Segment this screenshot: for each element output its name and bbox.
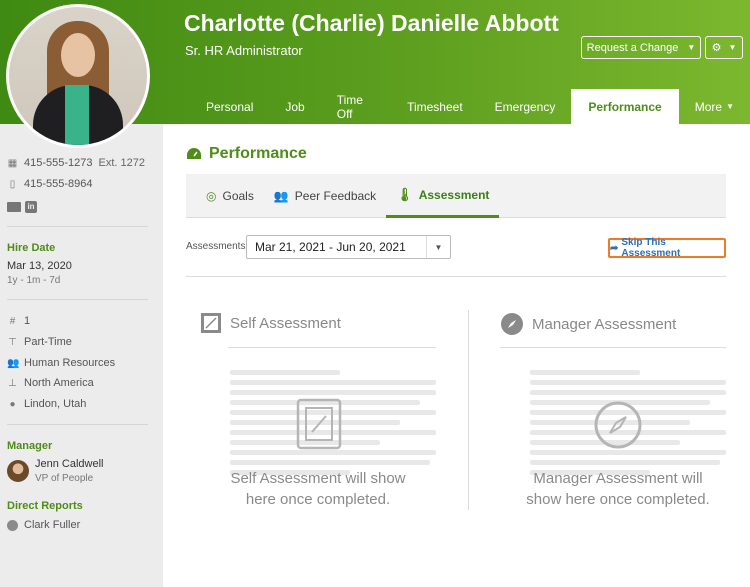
self-assessment-empty-message: Self Assessment will show here once comp… — [213, 468, 423, 510]
self-assessment-empty-line-1: Self Assessment will show — [230, 470, 406, 487]
email-icon[interactable] — [7, 202, 21, 212]
manager-title: VP of People — [35, 473, 94, 484]
section-divider — [186, 276, 726, 277]
target-icon: ◎ — [206, 189, 217, 203]
manager-avatar[interactable] — [7, 460, 29, 482]
profile-avatar — [6, 4, 150, 148]
linkedin-icon[interactable]: in — [25, 201, 37, 213]
page-title: Performance — [186, 145, 307, 163]
manager-assessment-underline — [500, 347, 726, 348]
contact-links: in — [7, 201, 37, 213]
employee-job-title: Sr. HR Administrator — [185, 43, 303, 58]
subtab-assessment[interactable]: 🌡 Assessment — [386, 174, 500, 218]
manager-name[interactable]: Jenn Caldwell — [35, 458, 103, 470]
sidebar-divider — [7, 226, 148, 227]
manager-assessment-header: Manager Assessment — [500, 312, 676, 336]
hire-date-value: Mar 13, 2020 — [7, 260, 72, 272]
chevron-down-icon: ▼ — [426, 236, 450, 258]
subtab-goals[interactable]: ◎ Goals — [196, 174, 264, 218]
hire-date-label: Hire Date — [7, 242, 56, 254]
chevron-down-icon: ▼ — [728, 43, 737, 52]
thermometer-icon: 🌡 — [396, 186, 413, 202]
people-icon: 👥 — [7, 357, 20, 369]
self-assessment-underline — [228, 347, 436, 348]
assessments-label: Assessments — [186, 241, 246, 252]
employee-number: 1 — [24, 315, 31, 327]
building-phone-icon: ▦ — [7, 157, 18, 169]
compass-icon — [594, 401, 642, 449]
sidebar-divider — [7, 424, 148, 425]
manager-assessment-empty-line-2: show here once completed. — [526, 491, 710, 508]
work-phone-row: ▦ 415-555-1273 Ext. 1272 — [7, 157, 145, 169]
tab-more[interactable]: More ▼ — [679, 89, 750, 124]
mobile-phone-icon: ▯ — [9, 178, 16, 190]
org-chart-icon: ⊥ — [8, 377, 17, 389]
page-title-text: Performance — [209, 145, 307, 162]
skip-assessment-label: Skip This Assessment — [621, 237, 681, 259]
employment-type: Part-Time — [24, 336, 72, 348]
performance-subtabs: ◎ Goals 👥 Peer Feedback 🌡 Assessment — [186, 174, 726, 218]
location-row: ● Lindon, Utah — [7, 398, 86, 410]
tab-time-off[interactable]: Time Off — [321, 89, 391, 124]
mobile-phone[interactable]: 415-555-8964 — [24, 178, 93, 190]
settings-menu-button[interactable]: ⚙ ▼ — [705, 36, 743, 59]
picture-frame-icon — [201, 313, 221, 333]
employee-name: Charlotte (Charlie) Danielle Abbott — [184, 10, 559, 36]
subtab-peer-feedback[interactable]: 👥 Peer Feedback — [264, 174, 386, 218]
share-arrow-icon: ➦ — [610, 242, 619, 254]
assessment-period-value: Mar 21, 2021 - Jun 20, 2021 — [255, 240, 406, 254]
signpost-icon: ⊤ — [8, 336, 17, 348]
subtab-peer-feedback-label: Peer Feedback — [294, 189, 377, 203]
chevron-down-icon: ▼ — [687, 43, 696, 52]
subtab-assessment-label: Assessment — [418, 187, 490, 202]
subtab-goals-label: Goals — [222, 189, 254, 203]
tab-performance[interactable]: Performance — [571, 89, 679, 124]
manager-assessment-title: Manager Assessment — [532, 315, 677, 333]
request-change-button[interactable]: Request a Change ▼ — [581, 36, 701, 59]
assessment-period-select[interactable]: Mar 21, 2021 - Jun 20, 2021 ▼ — [246, 235, 451, 259]
direct-report-row: Clark Fuller — [7, 519, 80, 531]
division: North America — [24, 377, 94, 389]
phone-extension: Ext. 1272 — [98, 157, 145, 169]
sidebar-divider — [7, 299, 148, 300]
self-assessment-header: Self Assessment — [200, 312, 341, 334]
tab-more-label: More — [694, 99, 723, 114]
employment-type-row: ⊤ Part-Time — [7, 336, 72, 348]
mobile-phone-row: ▯ 415-555-8964 — [7, 178, 93, 190]
tab-job[interactable]: Job — [269, 89, 320, 124]
profile-photo — [9, 7, 147, 145]
profile-sidebar: ▦ 415-555-1273 Ext. 1272 ▯ 415-555-8964 … — [0, 124, 163, 587]
people-icon: 👥 — [273, 189, 289, 203]
hash-icon: # — [9, 315, 16, 327]
self-assessment-title: Self Assessment — [230, 314, 341, 332]
self-assessment-empty-line-2: here once completed. — [245, 491, 391, 508]
location: Lindon, Utah — [24, 398, 87, 410]
manager-assessment-empty-message: Manager Assessment will show here once c… — [508, 468, 728, 510]
work-phone[interactable]: 415-555-1273 — [24, 157, 93, 169]
skip-assessment-button[interactable]: ➦ Skip This Assessment — [608, 237, 726, 259]
tab-emergency[interactable]: Emergency — [479, 89, 572, 124]
gauge-icon — [187, 148, 201, 159]
manager-label: Manager — [7, 440, 53, 452]
profile-tabs: Personal Job Time Off Timesheet Emergenc… — [190, 89, 750, 124]
tab-personal[interactable]: Personal — [190, 89, 269, 124]
chevron-down-icon: ▼ — [726, 102, 734, 111]
compass-icon — [501, 313, 523, 335]
picture-frame-icon — [296, 398, 342, 450]
tab-timesheet[interactable]: Timesheet — [391, 89, 479, 124]
department-row: 👥 Human Resources — [7, 357, 115, 369]
direct-reports-label: Direct Reports — [7, 500, 83, 512]
direct-report-name[interactable]: Clark Fuller — [24, 519, 80, 531]
request-change-label: Request a Change — [586, 41, 679, 54]
gear-icon: ⚙ — [711, 42, 722, 54]
map-pin-icon: ● — [9, 398, 16, 410]
user-icon — [7, 519, 18, 531]
division-row: ⊥ North America — [7, 377, 94, 389]
employee-number-row: # 1 — [7, 315, 30, 327]
column-divider — [468, 310, 469, 510]
tenure-value: 1y - 1m - 7d — [7, 275, 61, 286]
department: Human Resources — [24, 357, 116, 369]
manager-assessment-empty-line-1: Manager Assessment will — [533, 470, 703, 487]
